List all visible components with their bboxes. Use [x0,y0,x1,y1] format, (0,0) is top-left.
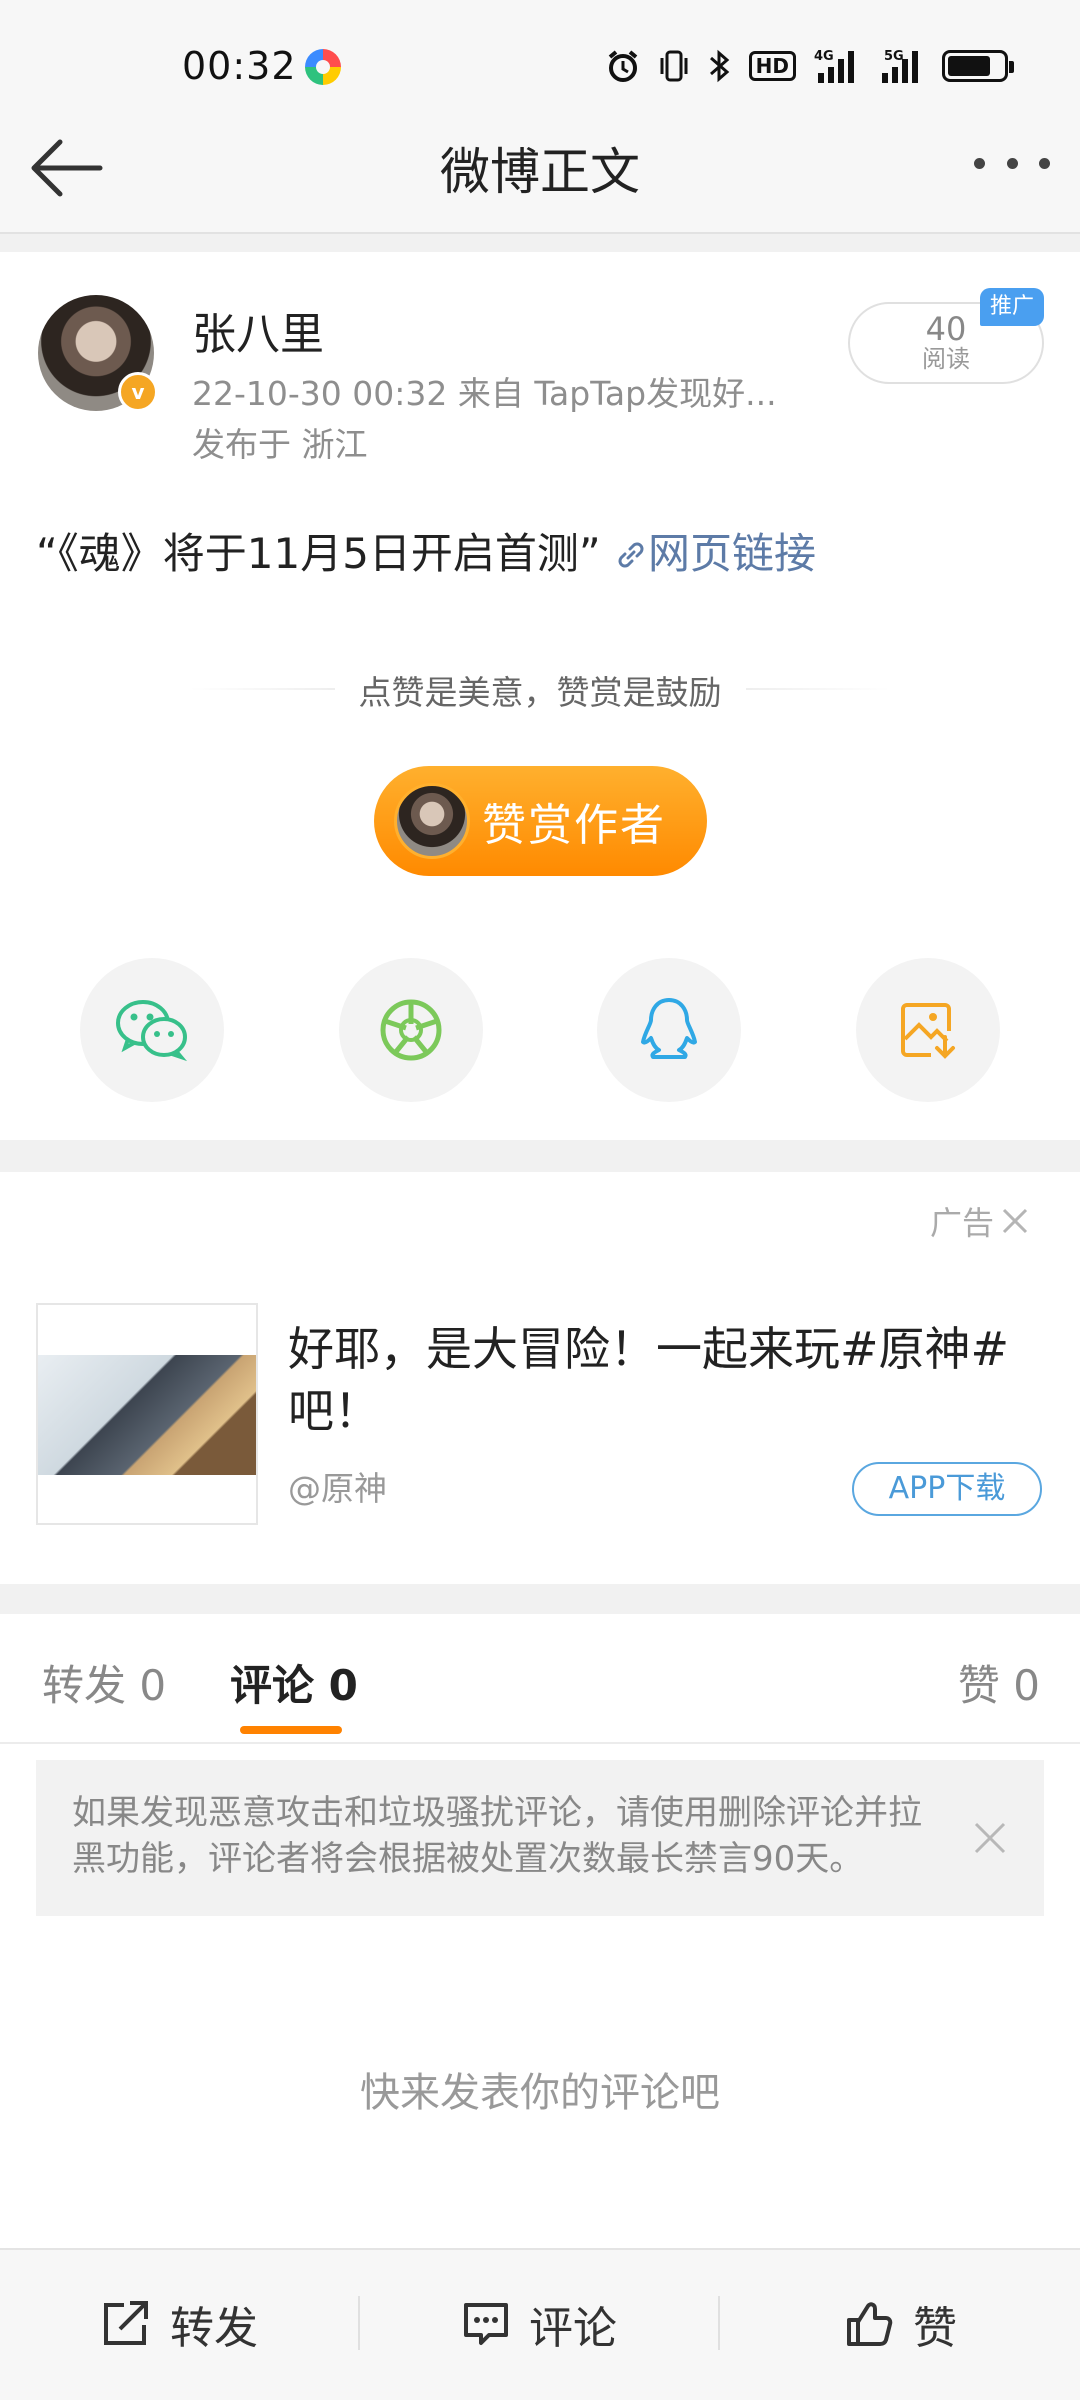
more-button[interactable] [974,148,1050,178]
hd-voice-icon: HD [748,51,796,81]
post-body: “《魂》将于11月5日开启首测” 网页链接 [36,520,816,581]
post-location: 发布于 浙江 [192,425,368,464]
wechat-icon [116,1000,188,1062]
verified-badge-icon: v [118,372,158,412]
svg-text:4G: 4G [814,49,834,64]
reward-author-button[interactable]: 赞赏作者 [374,766,707,876]
author-name[interactable]: 张八里 [192,298,324,362]
reward-avatar [394,783,470,859]
tab-likes[interactable]: 赞 0 [958,1652,1040,1713]
praise-hint: 点赞是美意，赞赏是鼓励 [0,666,1080,714]
bluetooth-icon [707,46,731,86]
vibrate-icon [659,46,689,86]
arrow-left-icon [31,139,103,197]
svg-text:5G: 5G [884,49,904,64]
share-row [80,958,1000,1102]
web-link[interactable]: 网页链接 [614,529,816,578]
share-out-icon [104,2301,148,2345]
battery-icon [942,50,1014,82]
like-label: 赞 [913,2303,957,2354]
notice-text: 如果发现恶意攻击和垃圾骚扰评论，请使用删除评论并拉黑功能，评论者将会根据被处置次… [72,1793,922,1879]
tab-reposts[interactable]: 转发 0 [42,1652,166,1713]
tab-comments[interactable]: 评论 0 [230,1652,358,1713]
notice-close-button[interactable] [970,1818,1010,1858]
share-qq-button[interactable] [597,958,742,1102]
status-icons: HD 4G 5G [605,46,1014,86]
close-icon [974,1822,1006,1854]
web-link-text: 网页链接 [648,529,817,578]
post-meta: 22-10-30 00:32 来自 TapTap发现好... [192,374,777,413]
ad-image [38,1355,256,1475]
more-dot-icon [974,157,985,169]
comment-button[interactable]: 评论 [360,2248,718,2400]
active-tab-indicator [240,1726,342,1734]
link-icon [618,542,644,568]
status-time: 00:32 [182,44,297,88]
comment-icon [464,2303,508,2345]
ad-handle[interactable]: @原神 [288,1462,387,1510]
page-title: 微博正文 [440,143,640,201]
ad-thumbnail[interactable] [36,1303,258,1525]
promo-badge[interactable]: 推广 [980,288,1044,326]
close-icon [1002,1208,1028,1234]
reads-label: 阅读 [922,345,970,373]
qq-icon [641,998,698,1059]
ad-label: 广告 [930,1204,995,1242]
app-notification-icon [305,49,341,85]
thumbs-up-icon [847,2302,893,2346]
alarm-icon [605,46,641,86]
more-dot-icon [1006,157,1018,169]
back-button[interactable] [26,136,106,200]
repost-button[interactable]: 转发 [0,2248,358,2400]
ad-title[interactable]: 好耶，是大冒险！一起来玩#原神#吧！ [288,1318,1048,1442]
share-wechat-button[interactable] [80,958,224,1102]
signal-5g-icon: 5G [878,46,924,86]
reward-label: 赞赏作者 [482,800,666,851]
share-moments-button[interactable] [338,958,483,1102]
empty-comments-text: 快来发表你的评论吧 [360,2070,720,2116]
more-dot-icon [1039,157,1050,169]
moments-icon [380,999,442,1061]
ad-tag[interactable]: 广告 [930,1198,1030,1244]
repost-label: 转发 [170,2303,258,2354]
comment-label: 评论 [529,2303,617,2354]
app-download-button[interactable]: APP下载 [852,1462,1042,1516]
post-text: “《魂》将于11月5日开启首测” [36,529,601,578]
like-button[interactable]: 赞 [720,2248,1080,2400]
signal-4g-icon: 4G [814,46,860,86]
save-image-button[interactable] [855,958,1000,1102]
save-image-icon [900,1003,955,1059]
